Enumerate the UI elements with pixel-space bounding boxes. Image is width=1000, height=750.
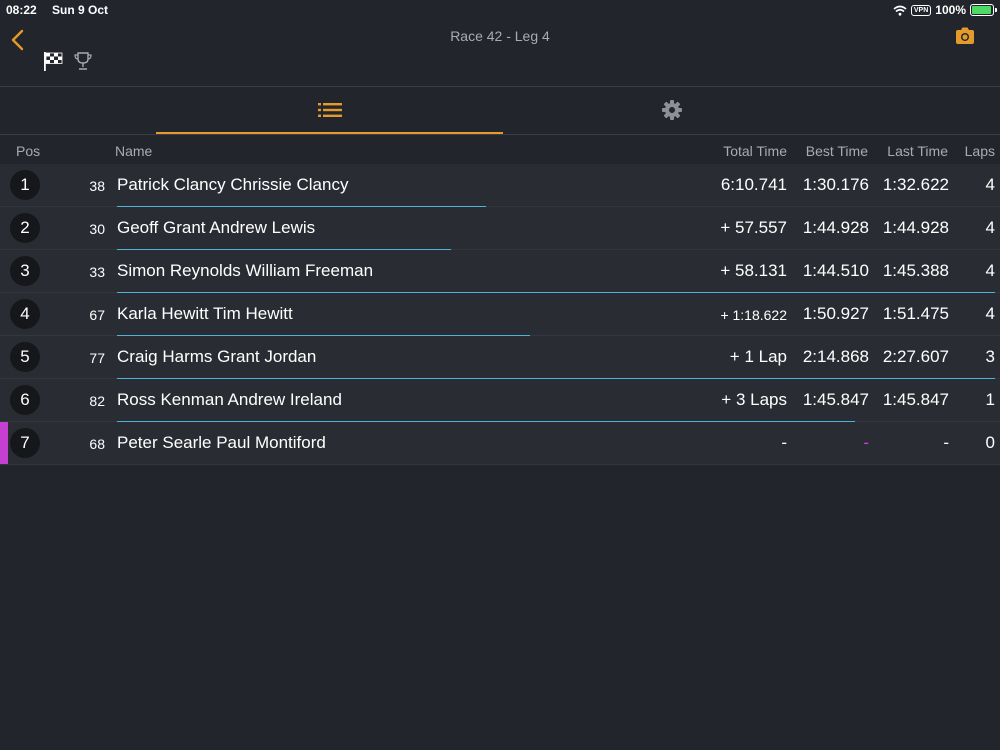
- laps-count: 4: [985, 175, 995, 194]
- last-time: 1:44.928: [882, 218, 949, 237]
- last-time: 1:32.622: [882, 175, 949, 194]
- last-time: 1:45.847: [882, 390, 949, 409]
- position-badge: 5: [10, 342, 40, 372]
- nav-bar: Race 42 - Leg 4: [0, 20, 1000, 87]
- best-time: 1:44.928: [802, 218, 869, 237]
- status-time: 08:22: [6, 3, 37, 17]
- total-time: + 3 Laps: [721, 390, 787, 409]
- position-badge: 3: [10, 256, 40, 286]
- position-badge: 7: [10, 428, 40, 458]
- total-time: 6:10.741: [720, 175, 787, 194]
- header-last-time[interactable]: Last Time: [887, 143, 948, 159]
- total-time: + 57.557: [720, 218, 787, 237]
- driver-names: Ross Kenman Andrew Ireland: [117, 390, 342, 409]
- driver-names: Peter Searle Paul Montiford: [117, 433, 326, 452]
- driver-names: Patrick Clancy Chrissie Clancy: [117, 175, 349, 194]
- car-number: 30: [89, 221, 105, 237]
- status-bar: 08:22 Sun 9 Oct VPN 100%: [0, 0, 1000, 20]
- laps-count: 0: [985, 433, 995, 452]
- position-badge: 1: [10, 170, 40, 200]
- table-row[interactable]: 2 30 Geoff Grant Andrew Lewis + 57.557 1…: [0, 207, 1000, 250]
- vpn-badge: VPN: [910, 4, 932, 16]
- best-time: 1:45.847: [802, 390, 869, 409]
- last-time: 1:45.388: [882, 261, 949, 280]
- row-highlight-marker: [0, 422, 8, 464]
- best-time: 1:50.927: [802, 304, 869, 323]
- best-time: -: [863, 433, 869, 452]
- tab-bar: [0, 87, 1000, 135]
- driver-names: Geoff Grant Andrew Lewis: [117, 218, 316, 237]
- checkered-flag-icon[interactable]: [42, 50, 64, 72]
- table-row[interactable]: 6 82 Ross Kenman Andrew Ireland + 3 Laps…: [0, 379, 1000, 422]
- battery-percent: 100%: [935, 3, 966, 17]
- laps-count: 1: [985, 390, 995, 409]
- car-number: 68: [89, 436, 105, 452]
- position-badge: 2: [10, 213, 40, 243]
- last-time: 1:51.475: [882, 304, 949, 323]
- tab-results-list[interactable]: [156, 87, 503, 134]
- table-header: Pos Name Total Time Best Time Last Time …: [0, 138, 1000, 163]
- total-time: + 58.131: [720, 261, 787, 280]
- driver-names: Karla Hewitt Tim Hewitt: [117, 304, 293, 323]
- best-time: 1:30.176: [802, 175, 869, 194]
- laps-count: 3: [985, 347, 995, 366]
- car-number: 38: [89, 178, 105, 194]
- table-row[interactable]: 5 77 Craig Harms Grant Jordan + 1 Lap 2:…: [0, 336, 1000, 379]
- status-indicators: VPN 100%: [893, 2, 997, 18]
- camera-icon[interactable]: [954, 26, 976, 46]
- last-time: -: [943, 433, 949, 452]
- status-date: Sun 9 Oct: [52, 3, 109, 17]
- table-row[interactable]: 1 38 Patrick Clancy Chrissie Clancy 6:10…: [0, 164, 1000, 207]
- header-best-time[interactable]: Best Time: [806, 143, 868, 159]
- results-table: 1 38 Patrick Clancy Chrissie Clancy 6:10…: [0, 164, 1000, 465]
- car-number: 77: [89, 350, 105, 366]
- position-badge: 4: [10, 299, 40, 329]
- laps-count: 4: [985, 218, 995, 237]
- header-total-time[interactable]: Total Time: [723, 143, 787, 159]
- table-row[interactable]: 7 68 Peter Searle Paul Montiford - - - 0: [0, 422, 1000, 465]
- page-title: Race 42 - Leg 4: [450, 28, 550, 44]
- driver-names: Craig Harms Grant Jordan: [117, 347, 317, 366]
- header-pos[interactable]: Pos: [16, 143, 40, 159]
- car-number: 67: [89, 307, 105, 323]
- laps-count: 4: [985, 261, 995, 280]
- position-badge: 6: [10, 385, 40, 415]
- header-name[interactable]: Name: [115, 143, 152, 159]
- table-row[interactable]: 4 67 Karla Hewitt Tim Hewitt + 1:18.622 …: [0, 293, 1000, 336]
- driver-names: Simon Reynolds William Freeman: [117, 261, 374, 280]
- car-number: 82: [89, 393, 105, 409]
- last-time: 2:27.607: [882, 347, 949, 366]
- laps-count: 4: [985, 304, 995, 323]
- table-row[interactable]: 3 33 Simon Reynolds William Freeman + 58…: [0, 250, 1000, 293]
- list-icon: [317, 102, 342, 117]
- tab-settings[interactable]: [503, 87, 840, 133]
- trophy-icon[interactable]: [72, 50, 94, 72]
- car-number: 33: [89, 264, 105, 280]
- total-time: + 1 Lap: [729, 347, 787, 366]
- battery-icon: [970, 4, 997, 16]
- wifi-icon: [893, 5, 907, 16]
- gear-icon: [661, 100, 682, 120]
- total-time: + 1:18.622: [720, 307, 787, 323]
- total-time: -: [781, 433, 787, 452]
- best-time: 1:44.510: [802, 261, 869, 280]
- best-time: 2:14.868: [802, 347, 869, 366]
- header-laps[interactable]: Laps: [965, 143, 995, 159]
